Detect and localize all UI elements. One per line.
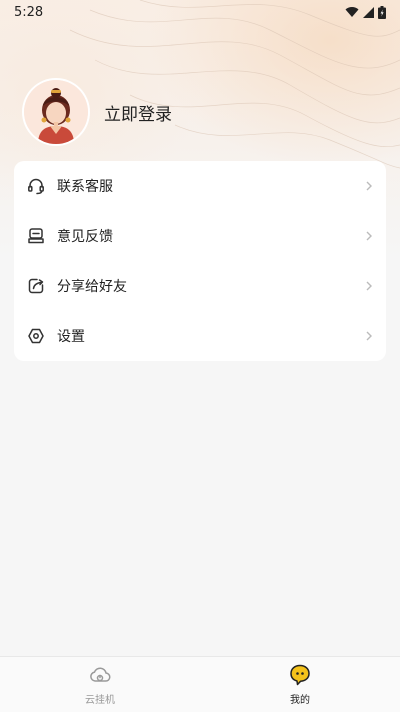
- wifi-icon: [345, 7, 359, 18]
- menu-item-label: 意见反馈: [57, 229, 113, 245]
- bottom-tab-bar: 云挂机 我的: [0, 656, 400, 712]
- menu-item-label: 分享给好友: [57, 279, 127, 295]
- share-icon: [26, 276, 46, 296]
- status-icons: [345, 5, 386, 19]
- tab-mine[interactable]: 我的: [200, 657, 400, 712]
- login-link[interactable]: 立即登录: [104, 100, 172, 125]
- mine-icon: [290, 664, 310, 686]
- menu-card: 联系客服 意见反馈 分享给好友 设置: [14, 161, 386, 361]
- menu-item-feedback[interactable]: 意见反馈: [14, 211, 386, 261]
- status-time: 5:28: [14, 4, 44, 20]
- chevron-right-icon: [366, 231, 372, 241]
- menu-item-customer-service[interactable]: 联系客服: [14, 161, 386, 211]
- cloud-icon: [90, 667, 111, 682]
- menu-item-settings[interactable]: 设置: [14, 311, 386, 361]
- headset-icon: [26, 176, 46, 196]
- settings-icon: [26, 326, 46, 346]
- menu-item-share[interactable]: 分享给好友: [14, 261, 386, 311]
- avatar[interactable]: [24, 80, 88, 144]
- signal-icon: [363, 6, 374, 18]
- tab-label: 我的: [290, 695, 310, 706]
- avatar-image: [24, 80, 88, 144]
- chevron-right-icon: [366, 281, 372, 291]
- tab-label: 云挂机: [85, 695, 115, 706]
- chevron-right-icon: [366, 181, 372, 191]
- menu-item-label: 设置: [57, 329, 85, 345]
- tab-cloud-hosting[interactable]: 云挂机: [0, 657, 200, 712]
- menu-item-label: 联系客服: [57, 179, 113, 195]
- profile-section: 立即登录: [24, 80, 172, 144]
- feedback-icon: [26, 226, 46, 246]
- screen: 5:28 立即登录 联系客服 意见反馈 分享给好友 设置 云挂机 我的: [0, 0, 400, 712]
- status-bar: 5:28: [0, 0, 400, 24]
- chevron-right-icon: [366, 331, 372, 341]
- battery-icon: [378, 5, 386, 19]
